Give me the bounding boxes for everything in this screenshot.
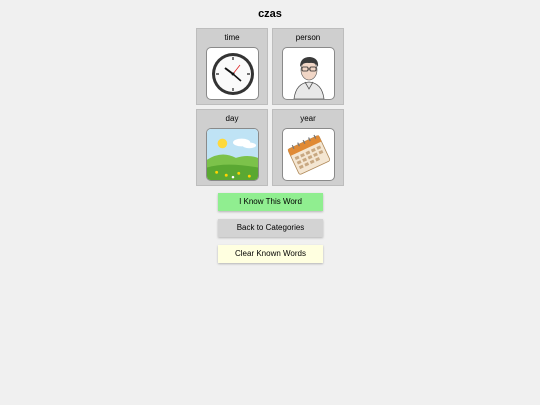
clock-icon [206,47,259,100]
card-label: day [225,114,239,123]
card-time[interactable]: time [196,28,268,105]
card-day[interactable]: day [196,109,268,186]
card-label: time [224,33,240,42]
calendar-icon [282,128,335,181]
word-grid: time person day year [196,28,344,186]
back-to-categories-button[interactable]: Back to Categories [218,219,323,237]
card-label: person [295,33,321,42]
card-year[interactable]: year [272,109,344,186]
page-title: czas [258,8,282,20]
clear-known-words-button[interactable]: Clear Known Words [218,245,323,263]
meadow-icon [206,128,259,181]
person-icon [282,47,335,100]
card-label: year [300,114,316,123]
card-person[interactable]: person [272,28,344,105]
know-word-button[interactable]: I Know This Word [218,193,323,211]
